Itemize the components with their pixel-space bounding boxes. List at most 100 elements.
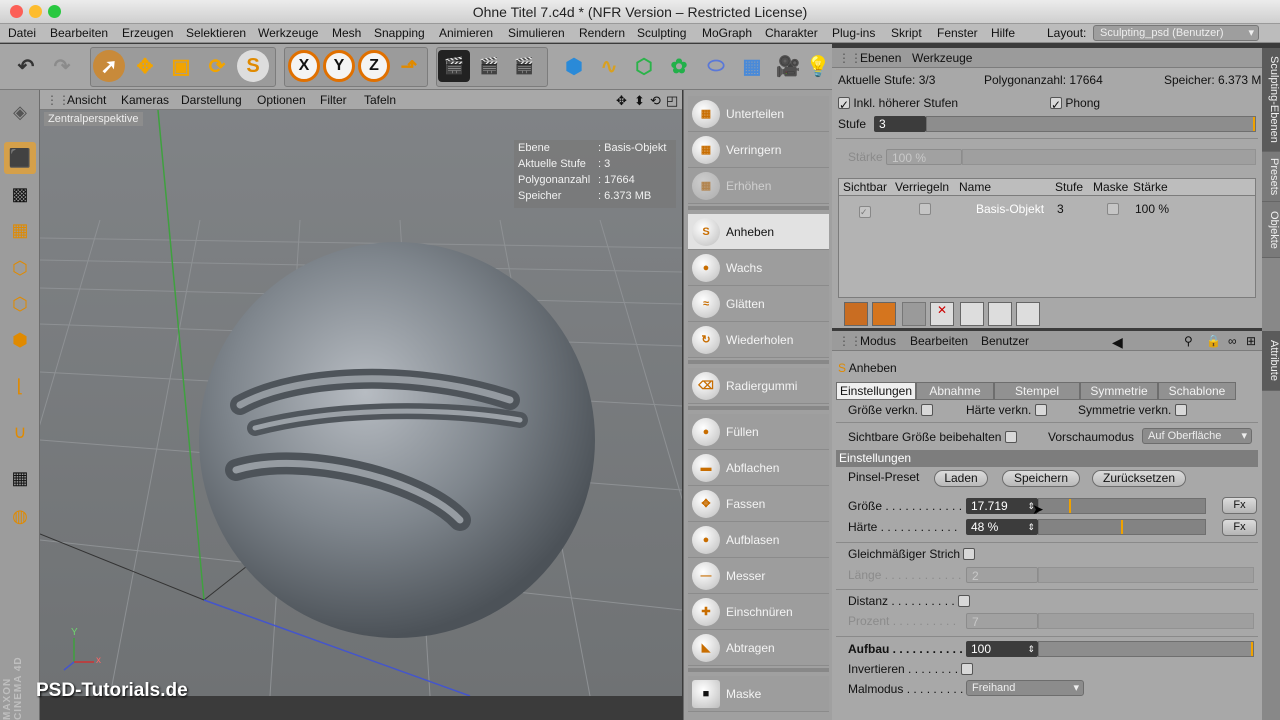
tool-erhoehen[interactable]: ▦ Erhöhen xyxy=(688,168,829,204)
pan-view-icon[interactable]: ✥ xyxy=(616,93,627,109)
environment-button[interactable]: ▦ xyxy=(736,50,768,82)
rotate-tool-button[interactable]: ⟳ xyxy=(201,50,233,82)
tool-fuellen[interactable]: ● Füllen xyxy=(688,414,829,450)
clear-layer-button[interactable]: ✕ xyxy=(930,302,954,326)
merge-layer-button[interactable] xyxy=(1016,302,1040,326)
menu-animieren[interactable]: Animieren xyxy=(439,26,493,40)
menu-simulieren[interactable]: Simulieren xyxy=(508,26,565,40)
buildup-slider[interactable] xyxy=(1038,641,1254,657)
menu-sculpting[interactable]: Sculpting xyxy=(637,26,686,40)
texture-mode-button[interactable]: ▩ xyxy=(4,178,36,210)
layout-select[interactable]: Sculpting_psd (Benutzer) ▾ xyxy=(1093,25,1259,41)
dolly-view-icon[interactable]: ⬍ xyxy=(634,93,645,109)
menu-fenster[interactable]: Fenster xyxy=(937,26,978,40)
polygons-mode-button[interactable]: ⬢ xyxy=(4,324,36,356)
points-mode-button[interactable]: ⬡ xyxy=(4,252,36,284)
checkbox[interactable] xyxy=(963,548,976,560)
tool-wachs[interactable]: ● Wachs xyxy=(688,250,829,286)
sculpt-brush-button[interactable]: S xyxy=(237,50,269,82)
make-editable-button[interactable]: ◈ xyxy=(4,96,36,128)
menu-werkzeuge[interactable]: Werkzeuge xyxy=(258,26,318,40)
spline-button[interactable]: ∿ xyxy=(593,50,625,82)
add-folder-button[interactable] xyxy=(872,302,896,326)
search-icon[interactable]: ⚲ xyxy=(1184,334,1193,348)
menu-benutzer[interactable]: Benutzer xyxy=(981,334,1029,348)
edges-mode-button[interactable]: ⬡ xyxy=(4,288,36,320)
hardness-fx-button[interactable]: Fx xyxy=(1222,519,1257,536)
viewport-menu-kameras[interactable]: Kameras xyxy=(121,93,169,107)
link-icon[interactable]: ∞ xyxy=(1228,334,1237,348)
invert-option[interactable]: Invertieren . . . . . . . . xyxy=(848,662,974,676)
viewport-menu-filter[interactable]: Filter xyxy=(320,93,347,107)
camera-button[interactable]: 🎥 xyxy=(772,50,804,82)
stepper-icon[interactable]: ⇕ xyxy=(1027,519,1035,535)
tab-werkzeuge[interactable]: Werkzeuge xyxy=(912,51,972,65)
render-settings-button[interactable]: 🎬 xyxy=(508,50,540,82)
menu-rendern[interactable]: Rendern xyxy=(579,26,625,40)
tool-messer[interactable]: — Messer xyxy=(688,558,829,594)
tool-wiederholen[interactable]: ↻ Wiederholen xyxy=(688,322,829,358)
layer-name[interactable]: Basis-Objekt xyxy=(976,202,1044,216)
stepper-icon[interactable]: ⇕ xyxy=(1027,641,1035,657)
menu-bearbeiten-attr[interactable]: Bearbeiten xyxy=(910,334,968,348)
hardness-field[interactable]: 48 % ⇕ xyxy=(966,519,1038,535)
add-layer-button[interactable] xyxy=(844,302,868,326)
column-sichtbar[interactable]: Sichtbar xyxy=(843,180,887,194)
menu-mesh[interactable]: Mesh xyxy=(332,26,361,40)
select-tool-button[interactable]: ➚ xyxy=(93,50,125,82)
tool-aufblasen[interactable]: ● Aufblasen xyxy=(688,522,829,558)
menu-datei[interactable]: Datei xyxy=(8,26,36,40)
checkbox[interactable] xyxy=(921,404,934,416)
tool-fassen[interactable]: ✥ Fassen xyxy=(688,486,829,522)
back-arrow-icon[interactable]: ◀ xyxy=(1112,334,1123,351)
checkbox[interactable] xyxy=(1174,404,1187,416)
load-preset-button[interactable]: Laden xyxy=(934,470,988,487)
mograph-button[interactable]: ✿ xyxy=(663,50,695,82)
new-panel-icon[interactable]: ⊞ xyxy=(1246,334,1256,348)
z-axis-lock-button[interactable]: Z xyxy=(358,50,390,82)
viewport-menu-darstellung[interactable]: Darstellung xyxy=(181,93,242,107)
redo-button[interactable]: ↷ xyxy=(46,50,78,82)
symmetry-link-option[interactable]: Symmetrie verkn. xyxy=(1078,403,1187,417)
column-maske[interactable]: Maske xyxy=(1093,180,1128,194)
slider-handle[interactable] xyxy=(1253,117,1255,131)
viewport-menu-tafeln[interactable]: Tafeln xyxy=(364,93,396,107)
maximize-view-icon[interactable]: ◰ xyxy=(666,93,678,109)
even-stroke-option[interactable]: Gleichmäßiger Strich xyxy=(848,547,976,561)
level-slider[interactable] xyxy=(926,116,1256,132)
model-mode-button[interactable]: ⬛ xyxy=(4,142,36,174)
deformer-button[interactable]: ⬭ xyxy=(700,50,732,82)
size-link-option[interactable]: Größe verkn. xyxy=(848,403,934,417)
tool-anheben[interactable]: S Anheben xyxy=(688,214,829,250)
light-button[interactable]: 💡 xyxy=(806,50,831,82)
tool-unterteilen[interactable]: ▦ Unterteilen xyxy=(688,96,829,132)
tab-einstellungen[interactable]: Einstellungen xyxy=(836,382,916,400)
level-field[interactable]: 3 xyxy=(874,116,926,132)
workplane-button[interactable]: ▦ xyxy=(4,214,36,246)
checkbox-checked[interactable]: ✓ xyxy=(838,97,850,112)
slider-handle[interactable] xyxy=(1121,520,1123,534)
planar-workplane-button[interactable]: ◍ xyxy=(4,500,36,532)
menu-modus[interactable]: Modus xyxy=(860,334,896,348)
lock-icon[interactable]: 🔒 xyxy=(1206,334,1221,348)
menu-skript[interactable]: Skript xyxy=(891,26,922,40)
tool-maske[interactable]: ■ Maske xyxy=(688,676,829,712)
delete-layer-button[interactable] xyxy=(902,302,926,326)
slider-handle[interactable] xyxy=(1251,642,1253,656)
coordinate-system-button[interactable]: ⬏ xyxy=(393,50,425,82)
reset-preset-button[interactable]: Zurücksetzen xyxy=(1092,470,1186,487)
column-stufe[interactable]: Stufe xyxy=(1055,180,1083,194)
orbit-view-icon[interactable]: ⟲ xyxy=(650,93,661,109)
save-preset-button[interactable]: Speichern xyxy=(1002,470,1080,487)
undo-button[interactable]: ↶ xyxy=(10,50,42,82)
distance-option[interactable]: Distanz . . . . . . . . . . xyxy=(848,594,971,608)
column-staerke[interactable]: Stärke xyxy=(1133,180,1168,194)
checkbox[interactable] xyxy=(958,595,971,607)
column-verriegeln[interactable]: Verriegeln xyxy=(895,180,949,194)
tool-verringern[interactable]: ▦ Verringern xyxy=(688,132,829,168)
section-header[interactable]: Einstellungen xyxy=(836,450,1258,467)
hardness-link-option[interactable]: Härte verkn. xyxy=(966,403,1047,417)
slider-handle[interactable] xyxy=(1069,499,1071,513)
mask-checkbox[interactable] xyxy=(1107,202,1119,216)
lock-workplane-button[interactable]: ▦ xyxy=(4,462,36,494)
